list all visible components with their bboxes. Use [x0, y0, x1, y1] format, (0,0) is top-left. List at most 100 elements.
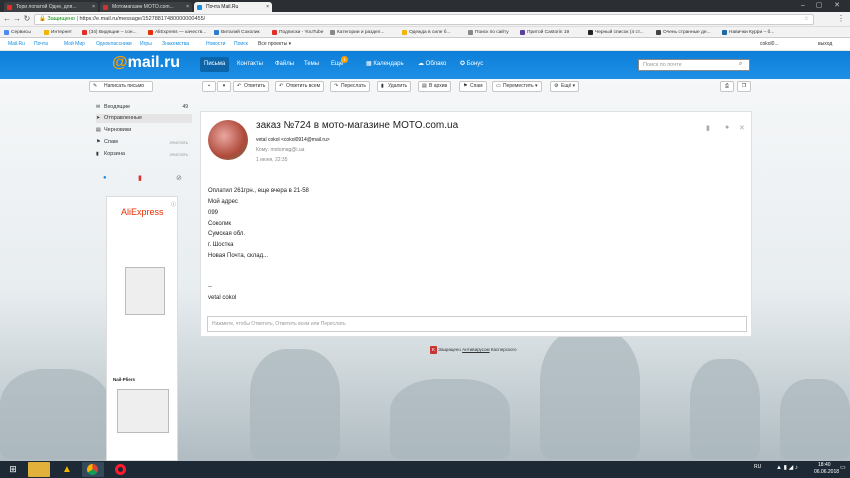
- explorer-icon[interactable]: [28, 462, 50, 477]
- bookmark-item[interactable]: (34) Видящие – сон...: [82, 27, 137, 37]
- folder-icon: ▭: [496, 83, 501, 89]
- bookmark-item[interactable]: Категории и раздел...: [330, 27, 384, 37]
- chrome-icon[interactable]: [82, 462, 104, 477]
- nav-cloud[interactable]: ☁ Облако: [414, 57, 450, 72]
- nav-calendar[interactable]: ▦ Календарь: [362, 57, 408, 72]
- windows-start-icon[interactable]: ⊞: [2, 462, 24, 477]
- bookmark-item[interactable]: Черный список (4 ст...: [588, 27, 644, 37]
- copy-icon[interactable]: ❐: [737, 81, 751, 92]
- maximize-icon[interactable]: ▢: [812, 0, 826, 12]
- archive-button[interactable]: ▤ В архив: [418, 81, 452, 92]
- message-panel: заказ №724 в мото-магазине MOTO.com.ua v…: [200, 111, 752, 337]
- dropdown-icon[interactable]: ▾: [217, 81, 231, 92]
- more-button[interactable]: ⚙ Ещё ▾: [550, 81, 580, 92]
- language-indicator[interactable]: RU: [754, 464, 761, 470]
- bookmark-item[interactable]: Очень странные де...: [656, 27, 711, 37]
- sender[interactable]: vetal cokol <cokol0914@mail.ru>: [256, 135, 330, 145]
- portal-link[interactable]: Новости: [206, 38, 225, 51]
- nav-files[interactable]: Файлы: [271, 57, 298, 72]
- reply-all-button[interactable]: ↶ Ответить всем: [275, 81, 325, 92]
- compose-button[interactable]: ✎ Написать письмо: [89, 81, 153, 92]
- nav-themes[interactable]: Темы: [300, 57, 323, 72]
- body-line: Мой адрес: [208, 199, 238, 205]
- folder-trash[interactable]: ▮ Корзина очистить: [96, 150, 192, 159]
- bookmark-item[interactable]: Интернет: [44, 27, 72, 37]
- bookmark-item[interactable]: AliExpress — качеств...: [148, 27, 206, 37]
- reply-all-icon: ↶: [279, 83, 284, 89]
- menu-icon[interactable]: ⋮: [836, 14, 846, 24]
- bookmark-item[interactable]: Одежда в силе б...: [402, 27, 451, 37]
- notification-icon[interactable]: ▭: [840, 464, 846, 471]
- portal-link[interactable]: Одноклассники: [96, 38, 132, 51]
- bookmark-item[interactable]: Подписки - YouTube: [272, 27, 323, 37]
- close-icon[interactable]: ×: [92, 2, 95, 12]
- search-icon[interactable]: ⌕: [739, 61, 742, 68]
- forward-button[interactable]: ↷ Переслать: [330, 81, 370, 92]
- nav-bonus[interactable]: ✪ Бонус: [456, 57, 487, 72]
- reload-icon[interactable]: ↻: [22, 14, 32, 24]
- url-input[interactable]: 🔒 Защищено | https://e.mail.ru/message/1…: [34, 14, 814, 25]
- ad-banner[interactable]: AliExpress ⓘ Nail-Pliers: [106, 196, 178, 461]
- bookmark-item[interactable]: Поиск по сайту: [468, 27, 509, 37]
- bookmark-icon[interactable]: ▮: [138, 174, 142, 182]
- portal-link[interactable]: Все проекты ▾: [258, 38, 291, 51]
- aliexpress-logo: AliExpress: [121, 207, 164, 217]
- tab-moto[interactable]: Мотомагазин MOTO.com... ×: [100, 2, 192, 12]
- print-icon[interactable]: ⎙: [720, 81, 734, 92]
- folder-inbox[interactable]: ✉ Входящие 49: [96, 103, 192, 112]
- info-icon[interactable]: ⓘ: [171, 201, 176, 208]
- logout-link[interactable]: выход: [818, 38, 832, 51]
- close-icon[interactable]: ×: [186, 2, 189, 12]
- mailru-logo[interactable]: @mail.ru: [112, 54, 180, 72]
- background-rock: [540, 329, 640, 459]
- user-name[interactable]: cokol0...: [760, 38, 779, 51]
- portal-bar: Mail.Ru Почта Мой Мир Одноклассники Игры…: [0, 38, 850, 51]
- tab-mail[interactable]: Почта Mail.Ru ×: [194, 2, 272, 12]
- clock-date[interactable]: 06.06.2018: [814, 469, 839, 475]
- reply-field[interactable]: Нажмите, чтобы Ответить, Ответить всем и…: [207, 316, 747, 332]
- message-date: 1 июня, 22:35: [256, 157, 288, 163]
- select-checkbox[interactable]: ▪: [202, 81, 216, 92]
- portal-link[interactable]: Почта: [34, 38, 48, 51]
- folder-sent[interactable]: ➤ Отправленные: [96, 114, 192, 123]
- move-button[interactable]: ▭ Переместить ▾: [492, 81, 542, 92]
- portal-link[interactable]: Мой Мир: [64, 38, 85, 51]
- tab-youtube[interactable]: Тори лопатой Одне, для... ×: [4, 2, 98, 12]
- kaspersky-link[interactable]: Антивирусом: [462, 347, 490, 352]
- bookmark-item[interactable]: Притой Castorin 19: [520, 27, 569, 37]
- folder-spam[interactable]: ⚑ Спам очистить: [96, 138, 192, 147]
- forward-icon[interactable]: →: [12, 14, 22, 24]
- system-tray-icons[interactable]: ▲ ▮ ◢ ♪: [776, 464, 798, 471]
- flag-icon[interactable]: ▮: [706, 124, 710, 132]
- portal-link[interactable]: Игры: [140, 38, 152, 51]
- search-input[interactable]: Поиск по почте: [638, 59, 750, 71]
- bookmark-item[interactable]: Сервисы: [4, 27, 31, 37]
- spam-button[interactable]: ⚑ Спам: [459, 81, 487, 92]
- kaspersky-note: K Защищено Антивирусом Касперского: [430, 346, 517, 354]
- paperclip-icon[interactable]: ⊘: [176, 174, 182, 182]
- close-icon[interactable]: ×: [266, 2, 269, 12]
- dot-icon[interactable]: ●: [103, 175, 107, 181]
- close-icon[interactable]: ✕: [739, 124, 745, 132]
- opera-icon[interactable]: [110, 462, 132, 477]
- folder-drafts[interactable]: ▤ Черновики: [96, 126, 192, 135]
- bookmark-item[interactable]: Навички Курри – б...: [722, 27, 774, 37]
- clock-time[interactable]: 18:40: [818, 462, 831, 468]
- star-icon[interactable]: ☆: [804, 15, 809, 24]
- message-subject: заказ №724 в мото-магазине MOTO.com.ua: [256, 120, 459, 131]
- minimize-icon[interactable]: –: [796, 0, 810, 12]
- reply-button[interactable]: ↶ Ответить: [233, 81, 270, 92]
- avast-icon[interactable]: ▲: [56, 462, 78, 477]
- nav-contacts[interactable]: Контакты: [233, 57, 267, 72]
- back-icon[interactable]: ←: [2, 14, 12, 24]
- delete-button[interactable]: ▮ Удалить: [377, 81, 412, 92]
- bookmark-item[interactable]: Виталий Соколик: [214, 27, 260, 37]
- reply-icon: ↶: [237, 83, 242, 89]
- portal-link[interactable]: Знакомства: [162, 38, 189, 51]
- window-close-icon[interactable]: ✕: [830, 0, 844, 12]
- nav-letters[interactable]: Письма: [200, 57, 230, 72]
- portal-link[interactable]: Mail.Ru: [8, 38, 25, 51]
- portal-link[interactable]: Поиск: [234, 38, 248, 51]
- read-status-icon[interactable]: ●: [725, 124, 729, 131]
- moto-icon: [103, 5, 108, 10]
